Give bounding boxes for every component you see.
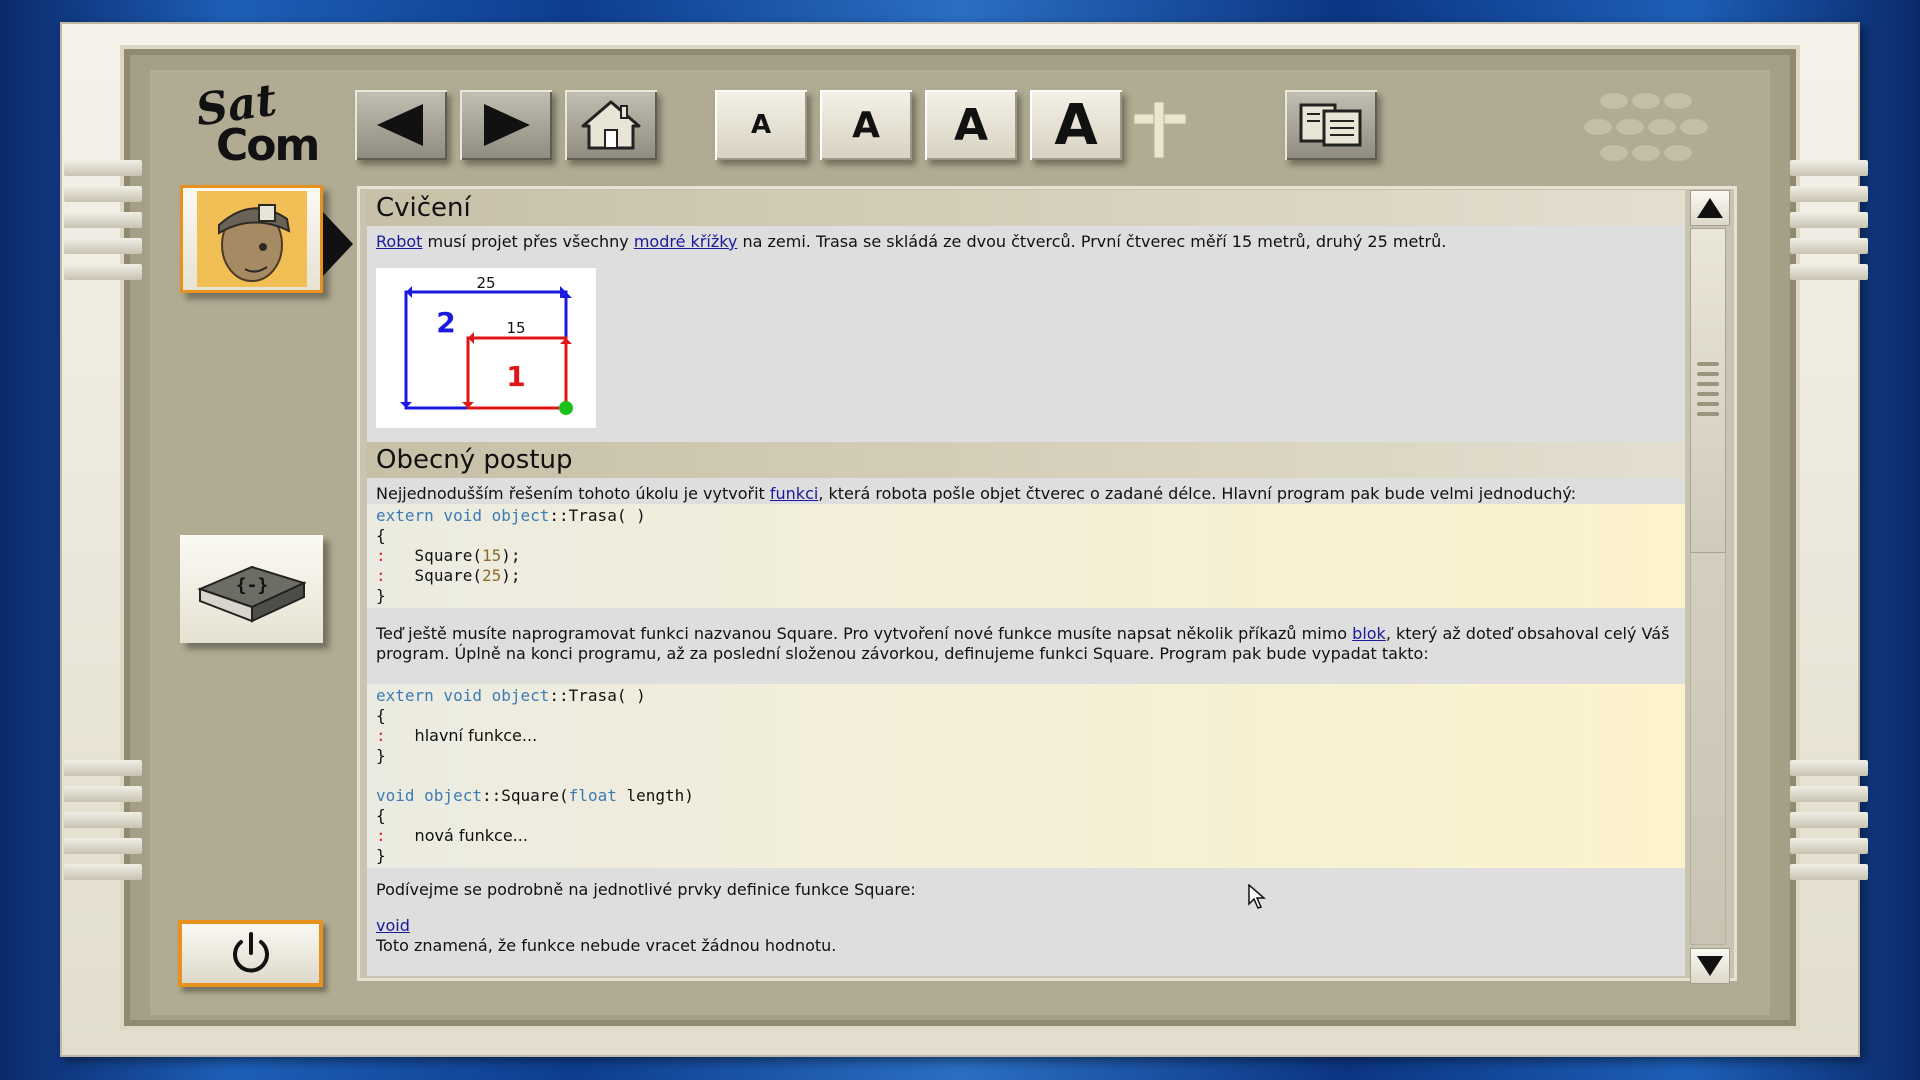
link-block[interactable]: blok [1352,624,1386,643]
code-text: { [376,526,386,545]
paragraph-details: Podívejme se podrobně na jednotlivé prvk… [367,880,1685,906]
font-size-xlarge-button[interactable]: A [1030,90,1122,160]
paragraph-task: Robot musí projet přes všechny modré kří… [367,226,1685,258]
section-title-general: Obecný postup [367,442,1685,478]
code-comment: hlavní funkce... [414,726,538,745]
code-text: Square( [414,566,482,585]
right-stripes-top [1790,160,1868,290]
book-label: {-} [235,575,268,596]
code-text: Square( [414,546,482,565]
paragraph-text: Toto znamená, že funkce nebude vracet žá… [376,936,837,955]
diagram-square-2: 2 [436,306,455,339]
diagram-label-25: 25 [476,274,495,292]
scroll-grip [1697,362,1719,366]
robot-head-icon [196,191,307,287]
code-block-main: extern void object::Trasa( ) { : Square(… [367,504,1685,608]
code-number: 15 [481,546,502,565]
paragraph-text: musí projet přes všechny [422,232,634,251]
paragraph-square-explanation: Teď ještě musíte naprogramovat funkci na… [367,624,1685,672]
code-bar: : [376,826,386,845]
mouse-cursor-icon [1248,884,1266,909]
programming-book-button[interactable]: {-} [180,535,323,643]
paragraph-text: Nejjednodušším řešením tohoto úkolu je v… [376,484,770,503]
spacer [367,672,1685,684]
scroll-grip [1697,402,1719,406]
book-icon: {-} [196,565,307,623]
route-diagram: 25 15 2 1 [376,268,596,428]
code-text: ::Trasa( ) [549,686,646,705]
link-function[interactable]: funkci [770,484,818,503]
satcom-logo: Sat Com [190,75,321,171]
scroll-grip [1697,412,1719,416]
code-text: } [376,746,386,765]
code-block-program: extern void object::Trasa( ) { : hlavní … [367,684,1685,868]
scroll-grip [1697,392,1719,396]
link-robot[interactable]: Robot [376,232,422,251]
code-bar: : [376,566,386,585]
scroll-grip [1697,372,1719,376]
code-text: } [376,586,386,605]
left-stripes-bottom [64,760,142,890]
power-icon [232,931,269,972]
code-comment: nová funkce... [414,826,528,845]
font-size-medium-button[interactable]: A [820,90,912,160]
right-stripes-bottom [1790,760,1868,890]
home-button[interactable] [565,90,657,160]
section-title-exercise: Cvičení [367,190,1685,226]
diagram-container: 25 15 2 1 [367,258,1685,442]
plus-icon [1133,101,1187,159]
scroll-grip [1697,382,1719,386]
left-stripes-top [64,160,142,290]
font-size-small-button[interactable]: A [715,90,807,160]
up-arrow-icon [1697,198,1723,218]
back-button[interactable] [355,90,447,160]
scroll-down-button[interactable] [1690,948,1730,984]
code-keyword: void object [376,786,482,805]
code-text: } [376,846,386,865]
code-text: ); [501,566,521,585]
logo-text-bottom: Com [216,120,320,171]
copy-documents-icon [1299,103,1362,147]
forward-button[interactable] [460,90,552,160]
power-button[interactable] [178,920,323,987]
code-keyword: extern void object [376,686,550,705]
scroll-thumb[interactable] [1690,228,1726,553]
forward-arrow-icon [484,104,530,146]
active-indicator-arrow [323,212,353,276]
code-text: length) [616,786,694,805]
code-text: ::Square( [481,786,569,805]
paragraph-text: na zemi. Trasa se skládá ze dvou čtverců… [737,232,1447,251]
code-bar: : [376,546,386,565]
code-keyword: float [568,786,617,805]
paragraph-text: Teď ještě musíte naprogramovat funkci na… [376,624,1353,643]
diagram-label-15: 15 [506,319,525,337]
home-icon [581,100,641,150]
code-keyword: extern void object [376,506,550,525]
code-text: { [376,706,386,725]
code-number: 25 [481,566,502,585]
decorative-dots [1580,88,1730,168]
paragraph-void: void Toto znamená, že funkce nebude vrac… [367,916,1685,976]
scroll-up-button[interactable] [1690,190,1730,226]
code-text: ::Trasa( ) [549,506,646,525]
code-text: ); [501,546,521,565]
down-arrow-icon [1697,956,1723,976]
copy-button[interactable] [1285,90,1377,160]
avatar-button[interactable] [180,185,323,293]
code-text: { [376,806,386,825]
link-blue-crosses[interactable]: modré křížky [634,232,738,251]
font-size-large-button[interactable]: A [925,90,1017,160]
diagram-square-1: 1 [506,360,525,393]
spacer [367,608,1685,624]
help-content: Cvičení Robot musí projet přes všechny m… [367,190,1685,977]
spacer [367,906,1685,916]
paragraph-intro: Nejjednodušším řešením tohoto úkolu je v… [367,478,1685,504]
paragraph-text: , která robota pošle objet čtverec o zad… [818,484,1577,503]
code-bar: : [376,726,386,745]
back-arrow-icon [377,104,423,146]
spacer [367,868,1685,880]
link-void[interactable]: void [376,916,410,935]
